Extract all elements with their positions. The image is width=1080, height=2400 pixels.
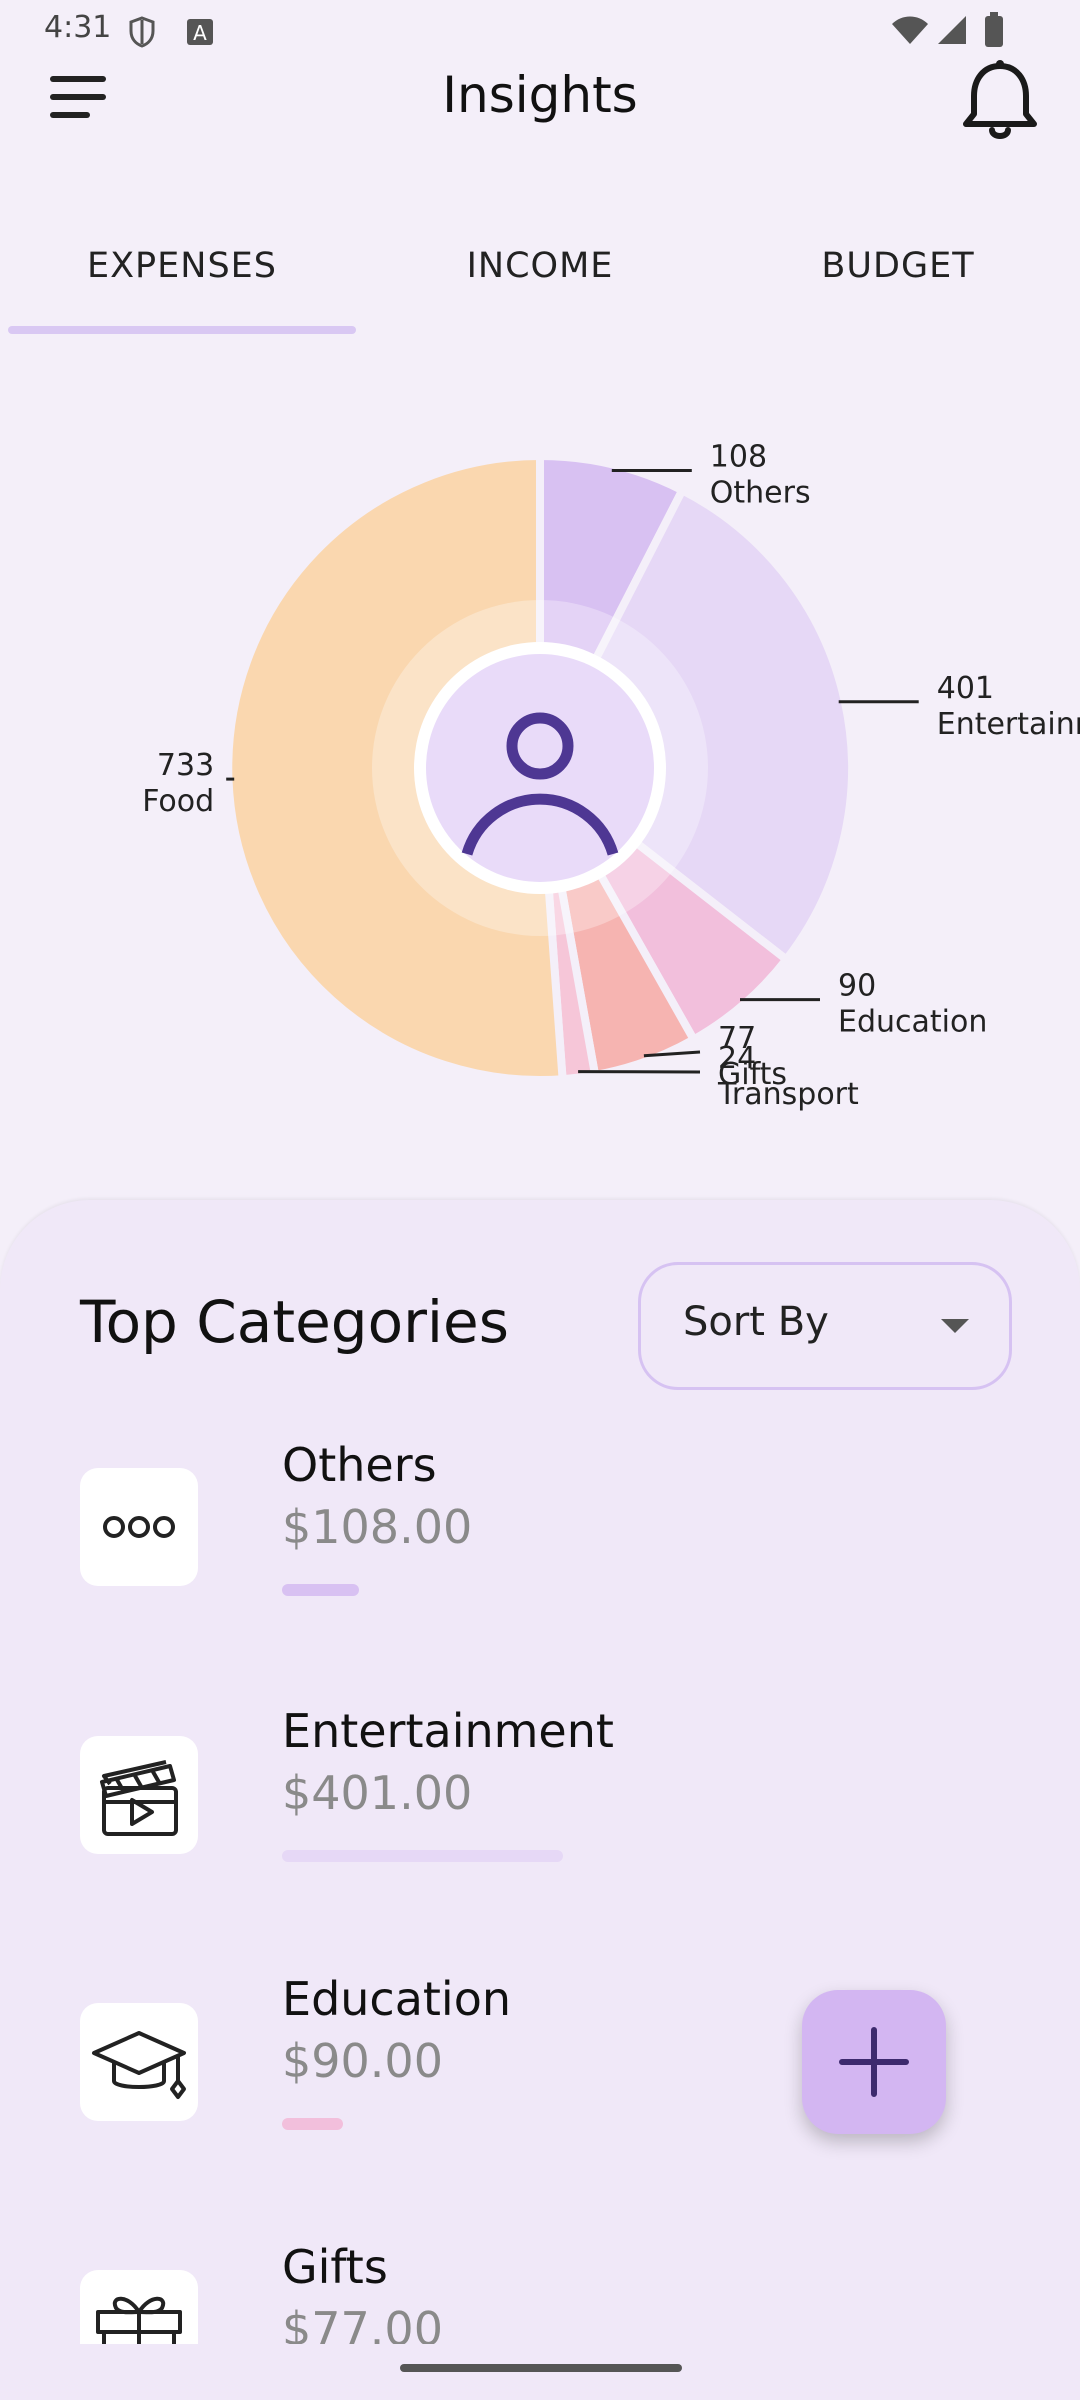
data-label-value: 90 (838, 969, 876, 1004)
category-name: Gifts (282, 2240, 388, 2294)
battery-icon (985, 12, 1003, 47)
category-name: Education (282, 1972, 512, 2026)
data-label-value: 108 (710, 440, 767, 475)
gesture-nav-handle[interactable] (400, 2364, 682, 2372)
category-name: Entertainment (282, 1704, 614, 1758)
page-title: Insights (442, 66, 638, 124)
status-time: 4:31 (44, 10, 112, 45)
graduation-cap-icon (92, 2031, 186, 2099)
tab-budget[interactable]: BUDGET (724, 246, 1072, 286)
category-amount-clip: $77.00 (282, 2300, 682, 2344)
category-icon-box (80, 1468, 198, 1586)
category-amount: $90.00 (282, 2034, 443, 2088)
data-label-category: Food (142, 784, 214, 819)
dots-icon (103, 1516, 175, 1538)
tab-income[interactable]: INCOME (368, 246, 712, 286)
category-name: Others (282, 1438, 437, 1492)
center-avatar-bg (426, 654, 654, 882)
notifications-button[interactable] (950, 58, 1050, 148)
tab-expenses[interactable]: EXPENSES (8, 246, 356, 286)
category-icon-box (80, 1736, 198, 1854)
caret-down-icon (941, 1319, 969, 1333)
data-label-category: Others (710, 476, 811, 511)
category-share-bar (282, 1584, 359, 1596)
gift-icon (96, 2296, 182, 2344)
data-label-category: Education (838, 1005, 987, 1040)
data-label-value: 733 (157, 748, 214, 783)
category-amount: $77.00 (282, 2302, 443, 2344)
data-label-category: Transport (717, 1077, 859, 1112)
section-title: Top Categories (80, 1288, 509, 1356)
bell-icon (963, 60, 1037, 139)
svg-text:A: A (193, 21, 207, 45)
category-icon-box (80, 2003, 198, 2121)
data-label-value: 24 (718, 1041, 756, 1076)
data-label-value: 401 (937, 671, 994, 706)
status-bar: 4:31 A (0, 0, 1080, 64)
sort-by-label: Sort By (683, 1299, 829, 1345)
category-icon-box (80, 2270, 198, 2344)
data-label-category: Entertainment (937, 707, 1080, 742)
add-transaction-button[interactable] (802, 1990, 946, 2134)
expense-pie-chart[interactable]: 108Others401Entertainment90Education77Gi… (0, 400, 1080, 1160)
tab-indicator (8, 326, 356, 334)
font-badge-icon: A (187, 19, 213, 45)
plus-icon (839, 2027, 909, 2097)
category-amount: $401.00 (282, 1766, 473, 1820)
wifi-icon (892, 16, 928, 44)
category-share-bar (282, 1850, 563, 1862)
clapperboard-icon (100, 1760, 178, 1836)
category-share-bar (282, 2118, 343, 2130)
cellular-signal-icon (938, 16, 966, 44)
sort-by-dropdown[interactable]: Sort By (638, 1262, 1012, 1390)
category-amount: $108.00 (282, 1500, 473, 1554)
shield-icon (129, 16, 155, 48)
